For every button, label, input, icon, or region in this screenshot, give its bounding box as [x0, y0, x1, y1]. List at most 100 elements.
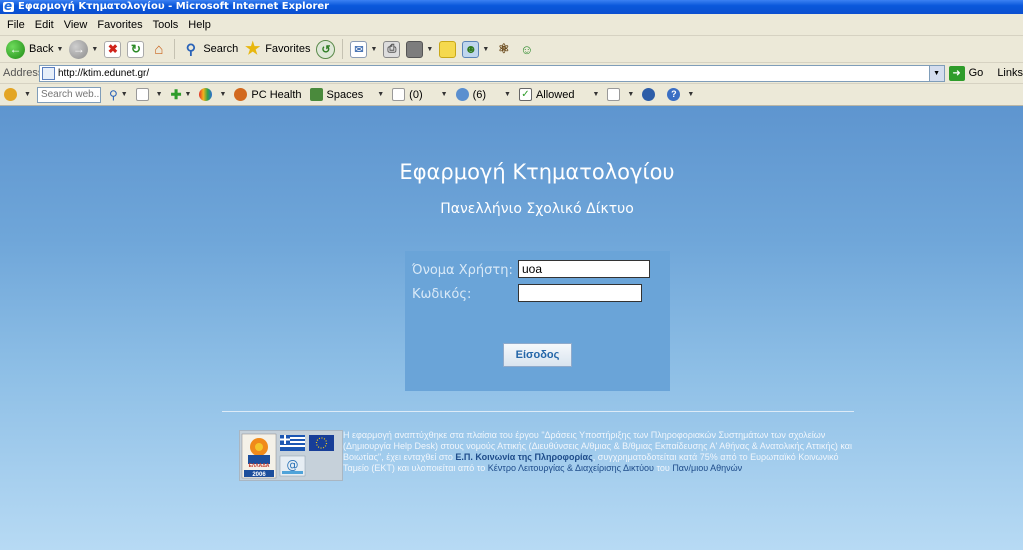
info-society-at-glyph: @: [287, 458, 299, 472]
mail-count-dropdown-icon[interactable]: ▼: [441, 91, 448, 98]
go-button[interactable]: ➜ Go: [948, 65, 984, 81]
favorites-label: Favorites: [265, 43, 311, 55]
people-icon: ☺: [520, 41, 534, 57]
info-button[interactable]: [642, 88, 659, 101]
msn-dropdown-icon[interactable]: ▼: [24, 91, 31, 98]
center-link[interactable]: Κέντρο Λειτουργίας & Διαχείρισης Δικτύου: [488, 463, 654, 473]
menu-view[interactable]: View: [59, 19, 93, 31]
spaces-dropdown-icon[interactable]: ▼: [377, 91, 384, 98]
mail-button[interactable]: ✉ ▼: [347, 38, 380, 60]
popup-blocker-dropdown-icon[interactable]: ▼: [592, 91, 599, 98]
add-dropdown-icon[interactable]: ▼: [185, 91, 192, 98]
note-icon: [439, 40, 457, 58]
address-dropdown-icon[interactable]: ▼: [928, 65, 944, 81]
messenger-dropdown-icon[interactable]: ▼: [482, 46, 489, 53]
msn-menu-dropdown-icon[interactable]: ▼: [219, 91, 226, 98]
home-button[interactable]: ⌂: [147, 38, 170, 60]
search-icon: ⚲: [185, 40, 196, 57]
info-icon: [642, 88, 656, 101]
username-input[interactable]: [518, 260, 650, 278]
page-content: Εφαρμογή Κτηματολογίου Πανελλήνιο Σχολικ…: [0, 106, 1023, 550]
menu-edit[interactable]: Edit: [30, 19, 59, 31]
page-subtitle: Πανελλήνιο Σχολικό Δίκτυο: [440, 201, 634, 217]
printer-icon: ⎙: [383, 40, 401, 58]
magnifier-icon: ⚲: [108, 87, 118, 102]
messenger-button[interactable]: ☻ ▼: [459, 38, 492, 60]
footer-text: Η εφαρμογή αναπτύχθηκε στα πλαίσια του έ…: [343, 430, 853, 474]
back-arrow-icon: ←: [6, 39, 25, 59]
footer-divider: [222, 411, 854, 412]
go-arrow-icon: ➜: [948, 65, 965, 81]
spaces-label: Spaces: [326, 88, 364, 101]
mail-count-button[interactable]: (0) ▼: [392, 88, 448, 101]
discuss-button[interactable]: [436, 38, 459, 60]
page-title: Εφαρμογή Κτηματολογίου: [399, 160, 675, 184]
people-count-dropdown-icon[interactable]: ▼: [504, 91, 511, 98]
program-link[interactable]: Ε.Π. Κοινωνία της Πληροφορίας: [455, 452, 592, 462]
login-button[interactable]: Είσοδος: [503, 343, 572, 367]
links-button[interactable]: Links: [997, 67, 1023, 79]
help-dropdown-icon[interactable]: ▼: [687, 91, 694, 98]
search-go-button[interactable]: ⚲ ▼: [109, 88, 128, 102]
refresh-button[interactable]: ↻: [124, 38, 147, 60]
go-label: Go: [968, 67, 984, 79]
mail-dropdown-icon[interactable]: ▼: [370, 46, 377, 53]
history-button[interactable]: ↺: [313, 38, 338, 60]
menu-file[interactable]: File: [2, 19, 30, 31]
stop-button[interactable]: ✖: [101, 38, 124, 60]
highlight-dropdown-icon[interactable]: ▼: [156, 91, 163, 98]
contacts-button[interactable]: ☺: [515, 38, 538, 60]
back-button[interactable]: ← Back ▼: [3, 38, 66, 60]
search-web-input[interactable]: [36, 86, 101, 103]
address-url: http://ktim.edunet.gr/: [58, 67, 150, 79]
page-icon: [42, 66, 55, 80]
highlight-button[interactable]: ▼: [135, 88, 163, 101]
spaces-button[interactable]: Spaces ▼: [309, 88, 384, 101]
rss-icon: [607, 88, 621, 101]
menu-tools[interactable]: Tools: [148, 19, 184, 31]
address-label: Address: [3, 67, 44, 79]
rss-dropdown-icon[interactable]: ▼: [627, 91, 634, 98]
ie-icon: [3, 0, 14, 13]
address-bar: Address http://ktim.edunet.gr/ ▼ ➜ Go Li…: [0, 63, 1023, 84]
search-button[interactable]: ⚲ Search: [179, 38, 241, 60]
home-icon: ⌂: [154, 40, 164, 58]
pc-health-label: PC Health: [251, 88, 302, 101]
popup-blocker-button[interactable]: ✓ Allowed ▼: [518, 88, 599, 101]
password-label: Κωδικός:: [412, 287, 472, 302]
sponsor-logos-graphic: ΕΛΛΑΔΑ 2006 @: [241, 433, 334, 479]
checkbox-icon: ✓: [518, 88, 532, 101]
password-input[interactable]: [518, 284, 642, 302]
address-input[interactable]: http://ktim.edunet.gr/ ▼: [39, 64, 945, 82]
forward-arrow-icon: →: [69, 39, 89, 59]
edit-button[interactable]: ▼: [403, 38, 436, 60]
window-title-bar[interactable]: Εφαρμογή Κτηματολογίου - Microsoft Inter…: [0, 0, 1023, 14]
history-icon: ↺: [316, 39, 336, 59]
university-link[interactable]: Παν/μιου Αθηνών: [672, 463, 742, 473]
spaces-icon: [309, 88, 323, 101]
envelope-icon: [392, 88, 406, 101]
forward-dropdown-icon[interactable]: ▼: [91, 46, 98, 53]
favorites-button[interactable]: ★ Favorites: [241, 38, 313, 60]
research-button[interactable]: ⚛: [492, 38, 515, 60]
people-count-button[interactable]: (6) ▼: [455, 88, 511, 101]
rss-button[interactable]: ▼: [607, 88, 634, 101]
mail-icon: ✉: [350, 40, 368, 58]
login-panel: Όνομα Χρήστη: Κωδικός: Είσοδος: [405, 251, 670, 391]
msn-button[interactable]: ▼: [199, 88, 226, 101]
print-button[interactable]: ⎙: [380, 38, 403, 60]
pc-health-button[interactable]: PC Health: [234, 88, 302, 101]
search-dropdown-icon[interactable]: ▼: [121, 91, 128, 98]
highlight-icon: [135, 88, 149, 101]
messenger-icon: ☻: [462, 40, 480, 58]
add-button[interactable]: ✚ ▼: [171, 87, 192, 103]
help-button[interactable]: ? ▼: [667, 88, 694, 101]
back-dropdown-icon[interactable]: ▼: [56, 46, 63, 53]
star-icon: ★: [245, 39, 261, 58]
msn-butterfly-icon[interactable]: [4, 88, 17, 101]
back-label: Back: [29, 43, 54, 55]
menu-favorites[interactable]: Favorites: [92, 19, 147, 31]
menu-help[interactable]: Help: [183, 19, 216, 31]
edit-dropdown-icon[interactable]: ▼: [426, 46, 433, 53]
forward-button[interactable]: → ▼: [66, 38, 101, 60]
